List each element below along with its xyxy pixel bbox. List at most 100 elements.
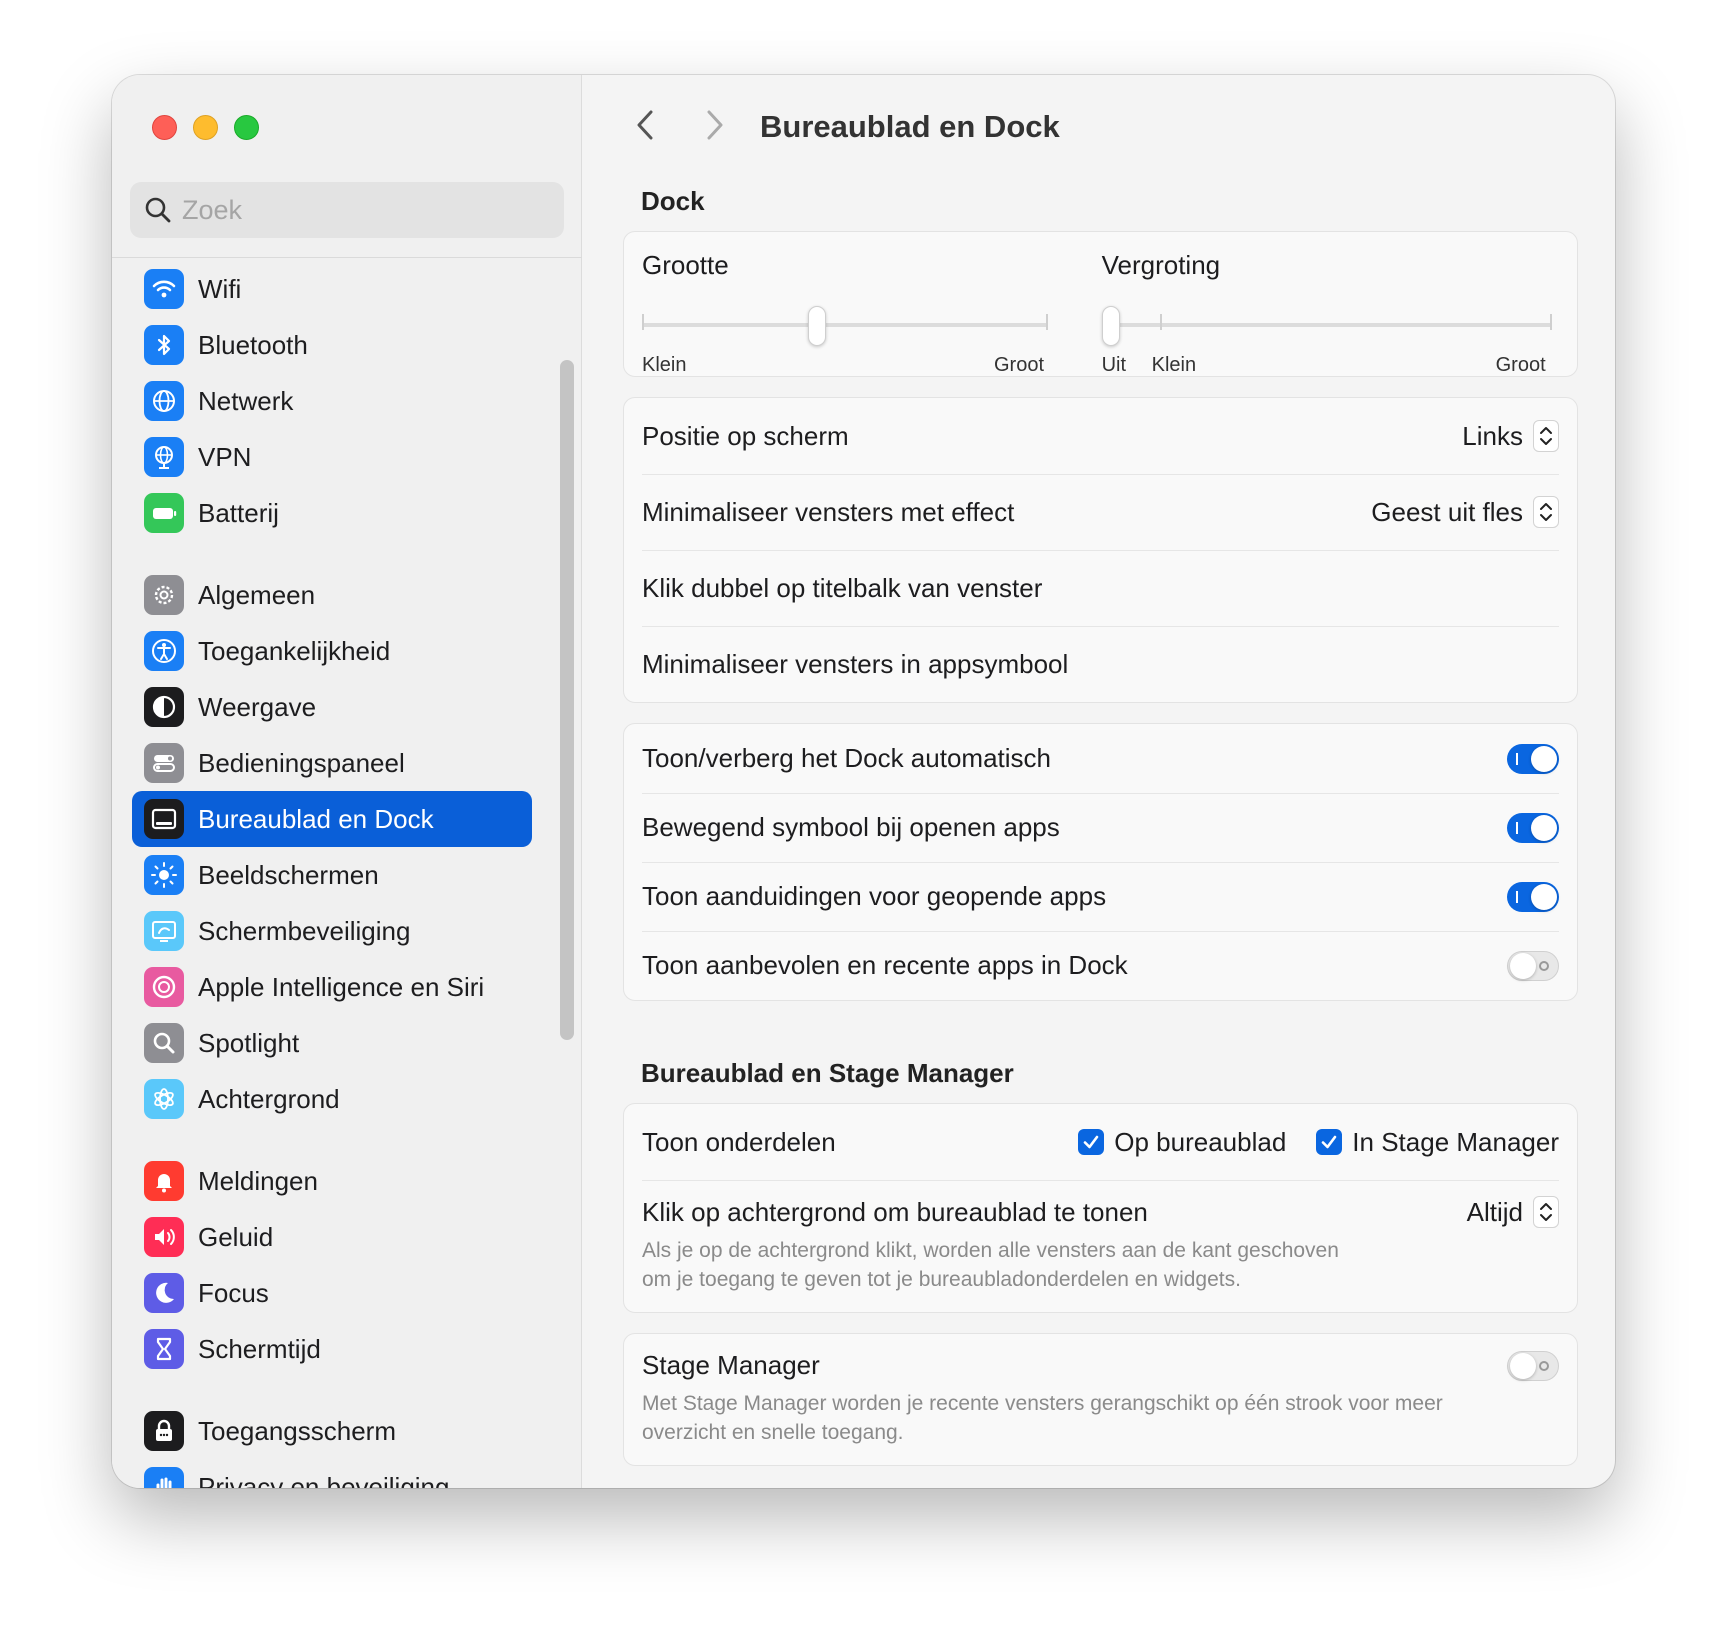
sidebar-item-toegangsscherm[interactable]: Toegangsscherm [132, 1403, 532, 1459]
vpn-globe-icon [144, 437, 184, 477]
checkbox-checked[interactable] [1316, 1129, 1343, 1155]
click-wallpaper-label: Klik op achtergrond om bureaublad te ton… [642, 1196, 1148, 1227]
magnification-slider-knob[interactable] [1101, 306, 1120, 346]
back-chevron-icon[interactable] [627, 107, 663, 143]
magnification-slider-tick [1549, 314, 1552, 330]
magnification-slider-track[interactable] [1101, 323, 1552, 327]
sidebar-item-toegankelijkheid[interactable]: Toegankelijkheid [132, 623, 532, 679]
sidebar-item-achtergrond[interactable]: Achtergrond [132, 1071, 532, 1127]
checkbox-checked[interactable] [1078, 1129, 1105, 1155]
sidebar-item-privacy-en-beveiliging[interactable]: Privacy en beveiliging [132, 1459, 532, 1488]
sidebar-item-bedieningspaneel[interactable]: Bedieningspaneel [132, 735, 532, 791]
position-popup[interactable]: Links [1462, 420, 1559, 452]
stage-manager-card: Stage Manager Met Stage Manager worden j… [623, 1333, 1578, 1466]
dock-toggle-switch[interactable] [1507, 812, 1559, 843]
toolbar: Bureaublad en Dock [583, 75, 1615, 175]
click-wallpaper-stepper[interactable] [1533, 1196, 1559, 1228]
minimize-effect-popup[interactable]: Geest uit fles [1371, 496, 1559, 528]
size-slider-group: Grootte Klein Groot [642, 250, 1060, 378]
moon-icon [144, 1273, 184, 1313]
sidebar-item-spotlight[interactable]: Spotlight [132, 1015, 532, 1071]
window-controls [152, 115, 259, 140]
sidebar-item-schermbeveiliging[interactable]: Schermbeveiliging [132, 903, 532, 959]
sidebar-scrollbar[interactable] [560, 360, 574, 1040]
sidebar-item-apple-intelligence-en-siri[interactable]: Apple Intelligence en Siri [132, 959, 532, 1015]
size-slider-track[interactable] [642, 323, 1048, 327]
minimize-window-button[interactable] [193, 115, 218, 140]
magnification-slider-group: Vergroting Uit Klein Groot [1101, 250, 1559, 378]
sidebar-item-label: Focus [198, 1277, 269, 1308]
dock-toggle-label: Bewegend symbool bij openen apps [642, 812, 1060, 842]
click-wallpaper-popup[interactable]: Altijd [1467, 1196, 1559, 1228]
position-row: Positie op scherm Links [624, 398, 1577, 474]
hand-icon [144, 1467, 184, 1488]
sidebar-item-label: Wifi [198, 273, 242, 304]
dock-toggle-switch[interactable] [1507, 950, 1559, 981]
sidebar-item-bluetooth[interactable]: Bluetooth [132, 317, 532, 373]
minimize-into-icon-row: Minimaliseer vensters in appsymbool [624, 626, 1577, 702]
dock-toggle-switch[interactable] [1507, 743, 1559, 774]
sidebar-item-label: Achtergrond [198, 1083, 340, 1114]
settings-content: Dock Grootte Klein Groot Vergroting Uit … [623, 179, 1578, 1466]
stage-manager-toggle[interactable] [1507, 1350, 1559, 1381]
sidebar-item-focus[interactable]: Focus [132, 1265, 532, 1321]
show-items-label: Toon onderdelen [642, 1126, 836, 1157]
sidebar-item-netwerk[interactable]: Netwerk [132, 373, 532, 429]
double-click-row: Klik dubbel op titelbalk van venster [624, 550, 1577, 626]
magnification-min-label: Klein [1151, 354, 1197, 376]
on-desktop-checkbox[interactable]: Op bureaublad [1078, 1127, 1286, 1158]
minimize-into-icon-label: Minimaliseer vensters in appsymbool [642, 648, 1069, 679]
magnification-slider-label: Vergroting [1101, 250, 1221, 280]
sidebar-item-vpn[interactable]: VPN [132, 429, 532, 485]
minimize-effect-value: Geest uit fles [1371, 496, 1523, 527]
sidebar-item-beeldschermen[interactable]: Beeldschermen [132, 847, 532, 903]
minimize-effect-stepper[interactable] [1533, 496, 1559, 528]
sidebar-divider [112, 257, 582, 258]
dock-toggle-label: Toon aanduidingen voor geopende apps [642, 881, 1107, 911]
search-field[interactable] [130, 182, 564, 238]
magnification-slider-tick [1159, 314, 1162, 330]
search-input[interactable] [182, 194, 564, 226]
dock-toggle-label: Toon aanbevolen en recente apps in Dock [642, 950, 1128, 980]
up-down-chevron-icon [1540, 1203, 1552, 1221]
position-stepper[interactable] [1533, 420, 1559, 452]
click-wallpaper-row: Klik op achtergrond om bureaublad te ton… [624, 1180, 1577, 1312]
size-slider-label: Grootte [642, 250, 729, 280]
dock-toggle-switch[interactable] [1507, 881, 1559, 912]
sidebar-item-label: Bluetooth [198, 329, 308, 360]
stage-manager-label: Stage Manager [642, 1350, 820, 1380]
dock-toggles-card: Toon/verberg het Dock automatisch Bewegen… [623, 723, 1578, 1001]
close-window-button[interactable] [152, 115, 177, 140]
sidebar-item-label: VPN [198, 441, 252, 472]
stage-manager-description: Met Stage Manager worden je recente vens… [642, 1392, 1443, 1444]
click-wallpaper-description: Als je op de achtergrond klikt, worden a… [642, 1239, 1339, 1291]
sidebar-item-label: Netwerk [198, 385, 294, 416]
minimize-effect-label: Minimaliseer vensters met effect [642, 496, 1015, 527]
in-stage-manager-checkbox[interactable]: In Stage Manager [1316, 1127, 1559, 1158]
size-slider-knob[interactable] [807, 306, 826, 346]
forward-chevron-icon[interactable] [697, 107, 733, 143]
size-slider-max-label: Groot [994, 354, 1045, 376]
bell-icon [144, 1161, 184, 1201]
sidebar-item-bureaublad-en-dock[interactable]: Bureaublad en Dock [132, 791, 532, 847]
sidebar-item-wifi[interactable]: Wifi [132, 261, 532, 317]
flower-icon [144, 1079, 184, 1119]
sidebar-item-batterij[interactable]: Batterij [132, 485, 532, 541]
stage-manager-row: Stage Manager Met Stage Manager worden j… [624, 1334, 1577, 1465]
sidebar-item-schermtijd[interactable]: Schermtijd [132, 1321, 532, 1377]
sidebar-item-meldingen[interactable]: Meldingen [132, 1153, 532, 1209]
sidebar-item-weergave[interactable]: Weergave [132, 679, 532, 735]
dock-icon [144, 799, 184, 839]
settings-window: Wifi Bluetooth Netwerk VPN Batterij Algemeen T… [112, 75, 1615, 1488]
sidebar-item-label: Schermbeveiliging [198, 915, 411, 946]
sidebar-item-algemeen[interactable]: Algemeen [132, 567, 532, 623]
sidebar-item-label: Privacy en beveiliging [198, 1471, 450, 1489]
size-slider-tick [642, 314, 644, 330]
position-label: Positie op scherm [642, 420, 849, 451]
accessibility-icon [144, 631, 184, 671]
sidebar: Wifi Bluetooth Netwerk VPN Batterij Algemeen T… [112, 75, 582, 1488]
dock-options-card: Positie op scherm Links Minimaliseer ven… [623, 397, 1578, 703]
zoom-window-button[interactable] [234, 115, 259, 140]
sidebar-item-geluid[interactable]: Geluid [132, 1209, 532, 1265]
